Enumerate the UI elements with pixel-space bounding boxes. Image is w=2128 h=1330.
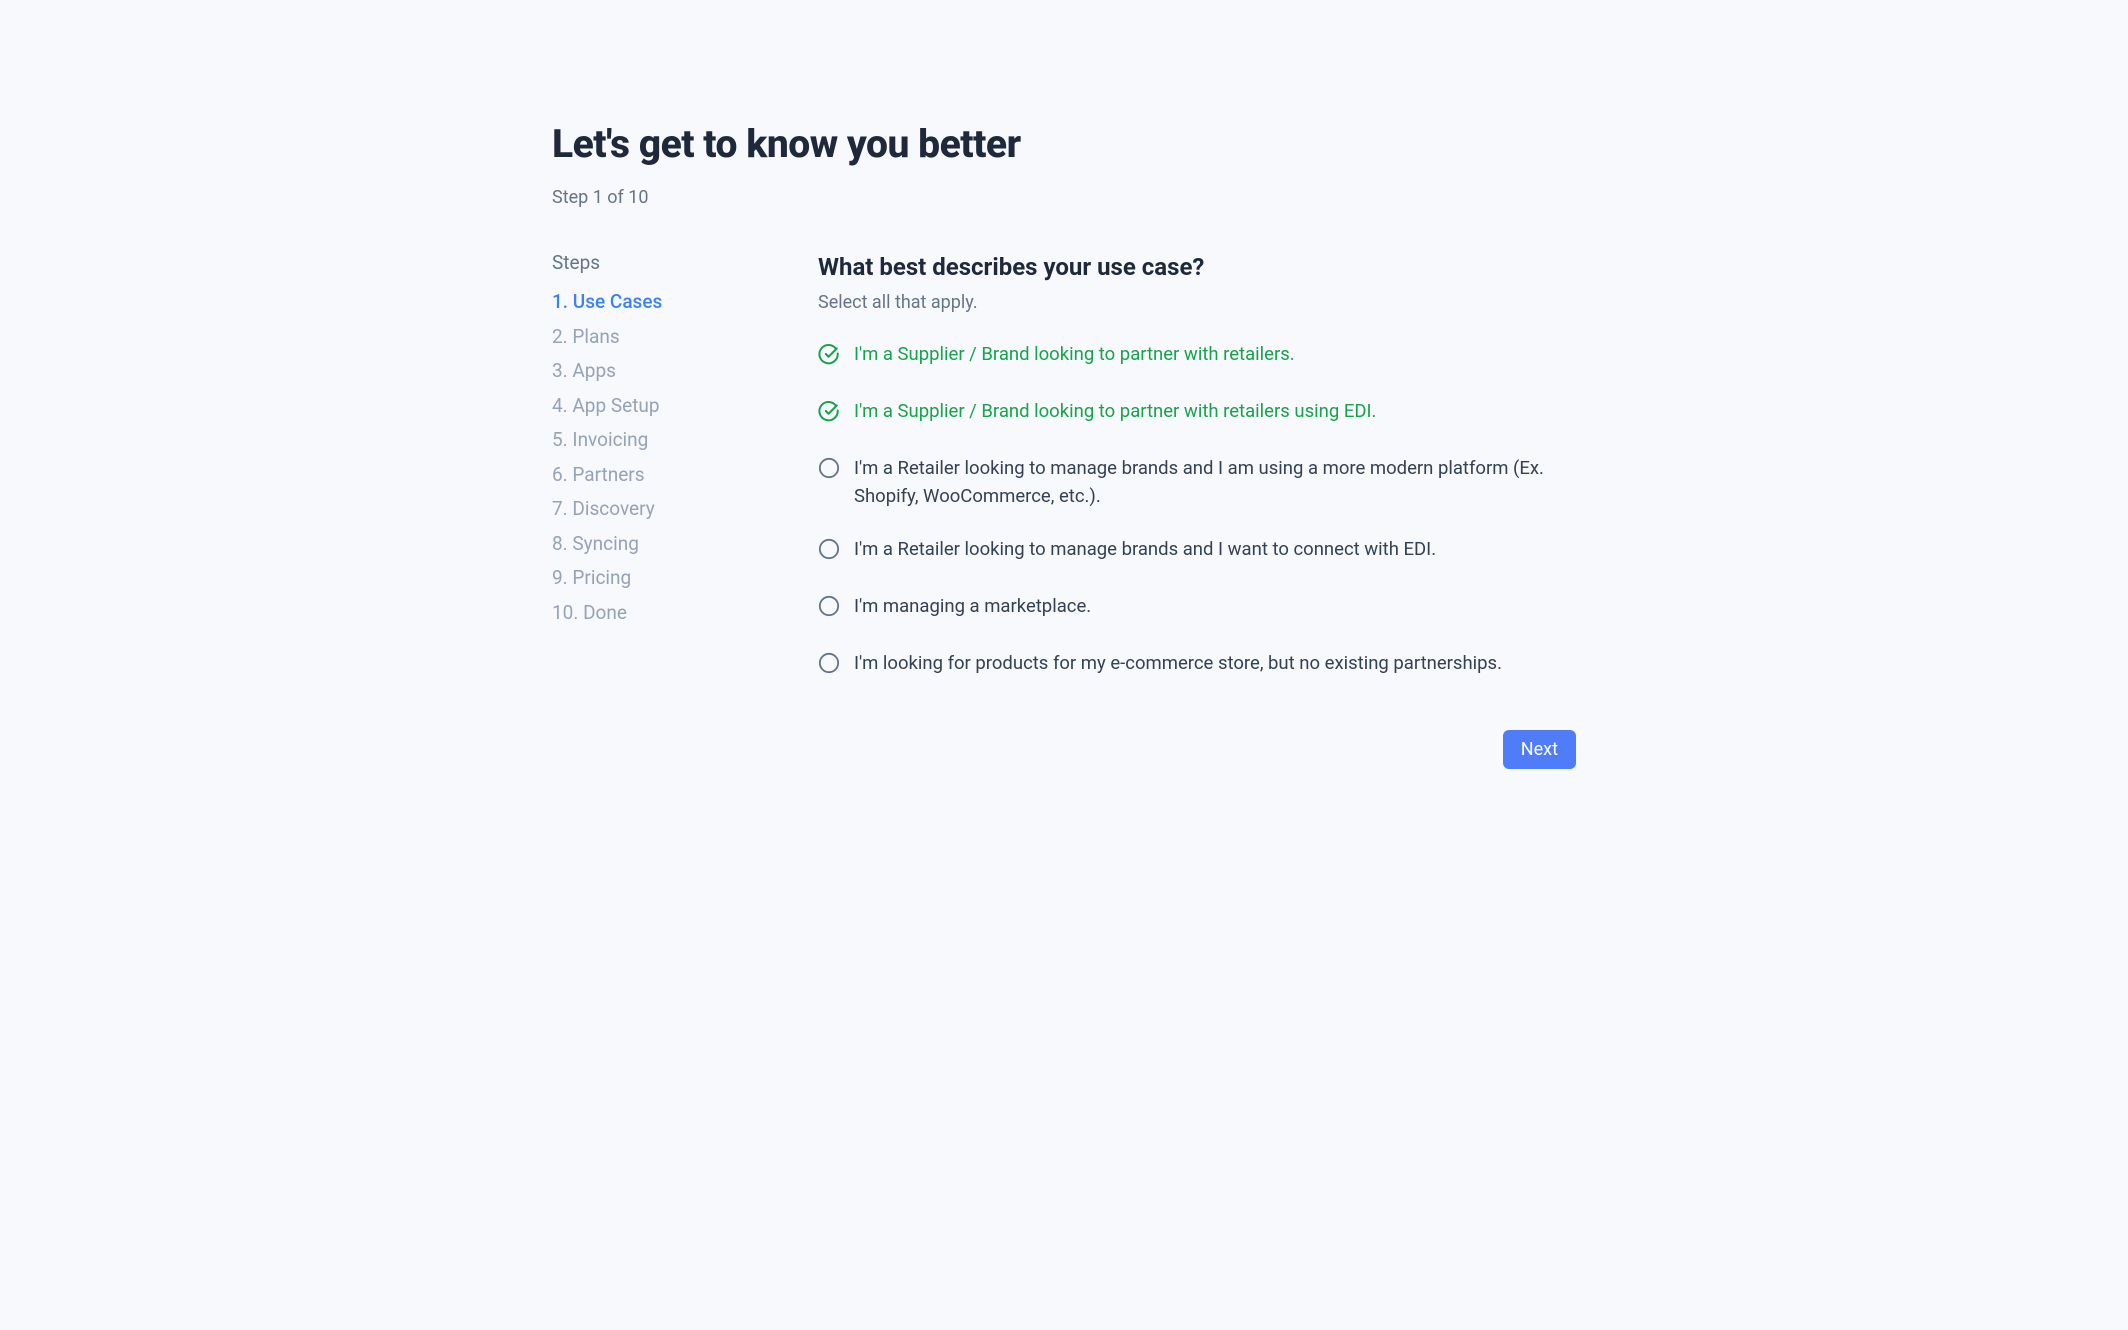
step-list: 1. Use Cases 2. Plans 3. Apps 4. App Setup 5… xyxy=(552,285,770,630)
step-item[interactable]: 8. Syncing xyxy=(552,527,770,562)
option-list: I'm a Supplier / Brand looking to partne… xyxy=(818,340,1576,682)
steps-sidebar: Steps 1. Use Cases 2. Plans 3. Apps 4. App … xyxy=(552,249,770,769)
step-item[interactable]: 7. Discovery xyxy=(552,492,770,527)
step-item-label: 5. Invoicing xyxy=(552,428,648,451)
option-item[interactable]: I'm a Supplier / Brand looking to partne… xyxy=(818,397,1576,430)
option-item[interactable]: I'm managing a marketplace. xyxy=(818,592,1576,625)
step-item-label: 1. Use Cases xyxy=(552,290,662,313)
option-item[interactable]: I'm a Retailer looking to manage brands … xyxy=(818,535,1576,568)
option-label: I'm a Retailer looking to manage brands … xyxy=(854,454,1576,511)
option-item[interactable]: I'm a Supplier / Brand looking to partne… xyxy=(818,340,1576,373)
circle-icon xyxy=(818,649,840,682)
step-item-label: 6. Partners xyxy=(552,463,645,486)
step-item[interactable]: 5. Invoicing xyxy=(552,423,770,458)
option-label: I'm a Supplier / Brand looking to partne… xyxy=(854,397,1376,426)
option-label: I'm looking for products for my e-commer… xyxy=(854,649,1502,678)
option-label: I'm a Retailer looking to manage brands … xyxy=(854,535,1436,564)
question-subtitle: Select all that apply. xyxy=(818,289,1576,316)
main-content: What best describes your use case? Selec… xyxy=(818,249,1576,769)
page-title: Let's get to know you better xyxy=(552,115,1576,174)
step-item[interactable]: 9. Pricing xyxy=(552,561,770,596)
option-item[interactable]: I'm a Retailer looking to manage brands … xyxy=(818,454,1576,511)
question-title: What best describes your use case? xyxy=(818,249,1576,285)
circle-icon xyxy=(818,454,840,487)
step-item[interactable]: 1. Use Cases xyxy=(552,285,770,320)
next-button[interactable]: Next xyxy=(1503,730,1576,769)
step-item-label: 10. Done xyxy=(552,601,627,624)
circle-icon xyxy=(818,592,840,625)
check-circle-icon xyxy=(818,397,840,430)
step-item[interactable]: 2. Plans xyxy=(552,320,770,355)
sidebar-heading: Steps xyxy=(552,249,770,278)
step-item-label: 8. Syncing xyxy=(552,532,639,555)
check-circle-icon xyxy=(818,340,840,373)
circle-icon xyxy=(818,535,840,568)
button-row: Next xyxy=(818,730,1576,769)
step-item[interactable]: 3. Apps xyxy=(552,354,770,389)
option-label: I'm managing a marketplace. xyxy=(854,592,1091,621)
step-item-label: 3. Apps xyxy=(552,359,616,382)
option-item[interactable]: I'm looking for products for my e-commer… xyxy=(818,649,1576,682)
step-item[interactable]: 4. App Setup xyxy=(552,389,770,424)
step-item-label: 2. Plans xyxy=(552,325,620,348)
step-item[interactable]: 10. Done xyxy=(552,596,770,631)
step-item-label: 9. Pricing xyxy=(552,566,631,589)
step-item[interactable]: 6. Partners xyxy=(552,458,770,493)
step-indicator: Step 1 of 10 xyxy=(552,184,1576,211)
step-item-label: 4. App Setup xyxy=(552,394,660,417)
step-item-label: 7. Discovery xyxy=(552,497,655,520)
option-label: I'm a Supplier / Brand looking to partne… xyxy=(854,340,1295,369)
